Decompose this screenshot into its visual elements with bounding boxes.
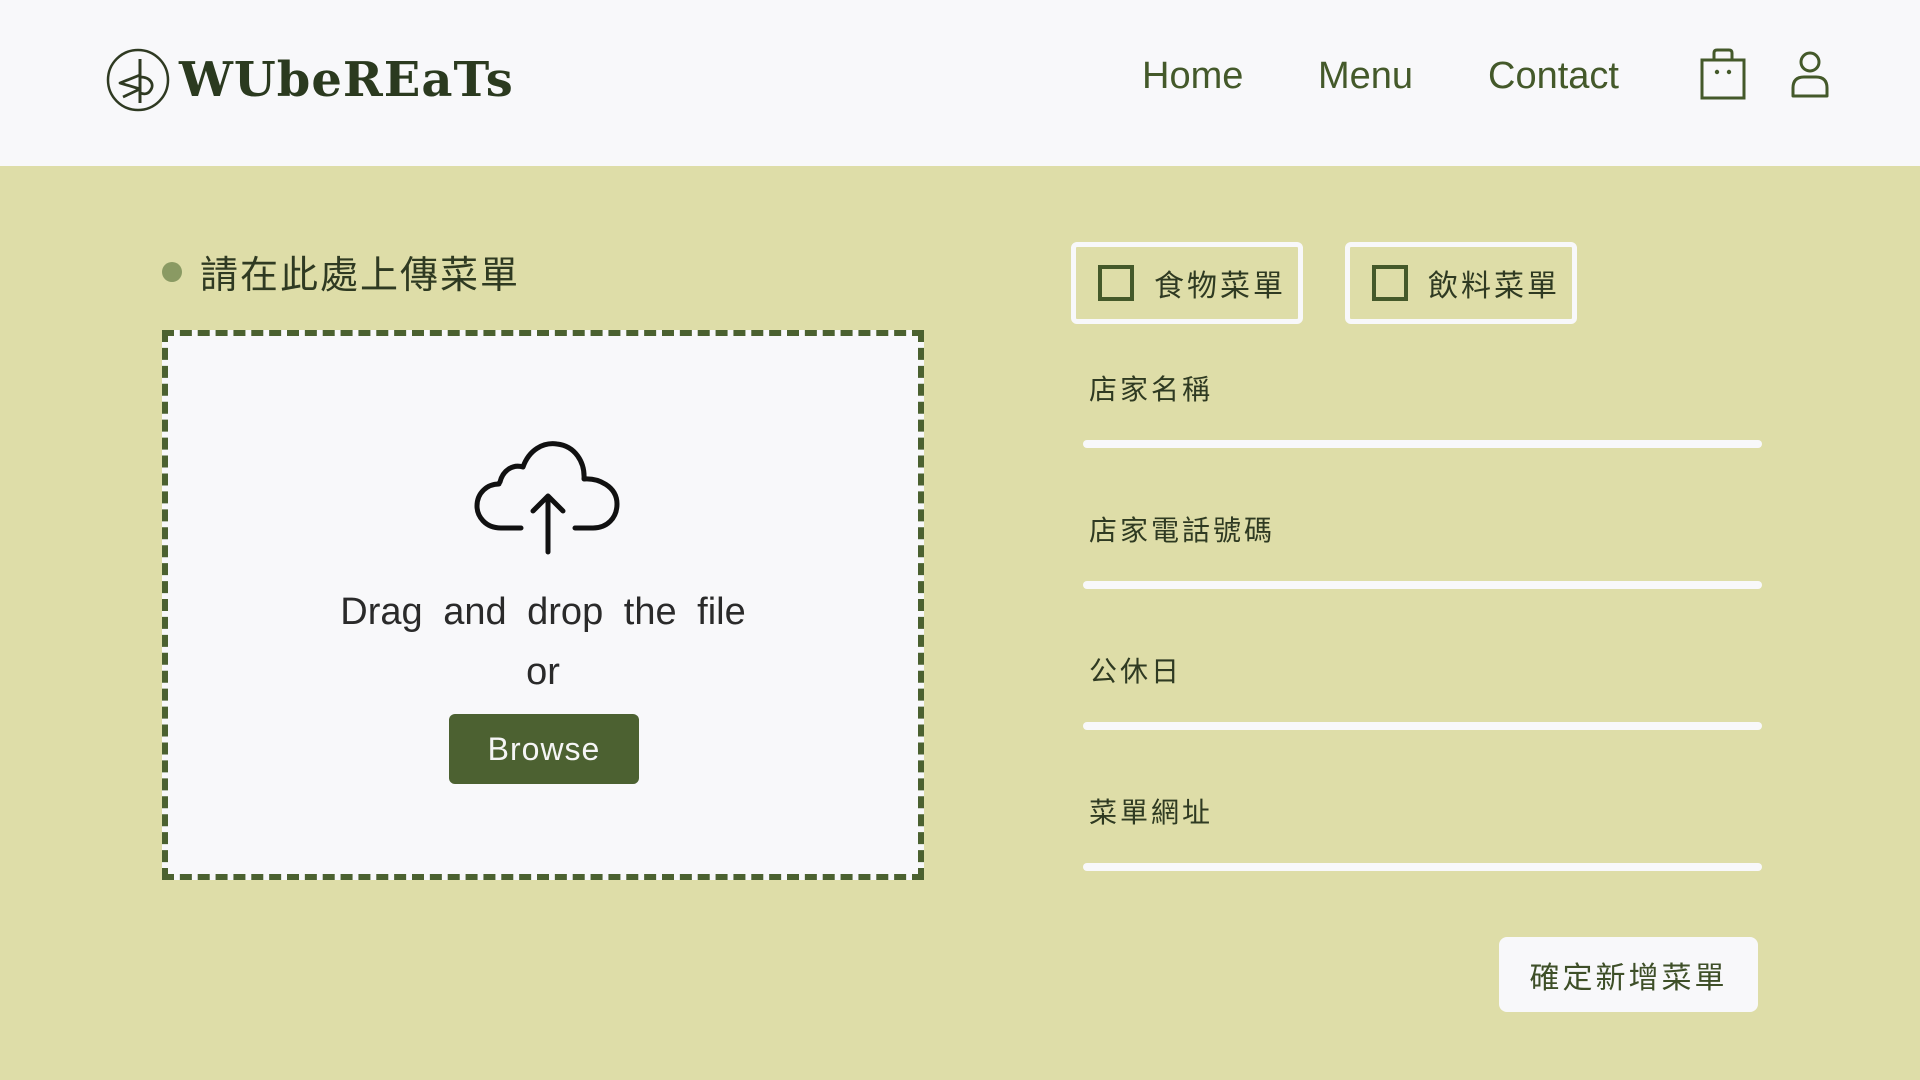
day-off-input[interactable] (1083, 722, 1762, 730)
browse-button[interactable]: Browse (449, 714, 639, 784)
drink-menu-label: 飲料菜單 (1428, 269, 1560, 304)
food-menu-label: 食物菜單 (1154, 269, 1286, 304)
nav-contact-link[interactable]: Contact (1488, 55, 1619, 98)
menu-url-input[interactable] (1083, 863, 1762, 871)
day-off-field: 公休日 (1083, 650, 1762, 730)
menu-url-field: 菜單網址 (1083, 791, 1762, 871)
logo-emblem-icon (106, 48, 170, 112)
nav-menu-link[interactable]: Menu (1318, 55, 1413, 98)
or-separator-text: or (526, 651, 560, 693)
drink-menu-checkbox[interactable] (1372, 265, 1408, 301)
food-menu-checkbox-tile[interactable]: 食物菜單 (1071, 242, 1303, 324)
upload-section-title: 請在此處上傳菜單 (162, 244, 520, 299)
store-name-field: 店家名稱 (1083, 368, 1762, 448)
cloud-upload-icon (474, 441, 620, 555)
logo[interactable]: WUbeREaTs (105, 47, 514, 113)
confirm-add-menu-button[interactable]: 確定新增菜單 (1499, 937, 1758, 1012)
bullet-dot-icon (162, 261, 182, 282)
drag-drop-instruction: Drag and drop the file (340, 591, 746, 633)
user-icon[interactable] (1790, 50, 1830, 98)
store-phone-field: 店家電話號碼 (1083, 509, 1762, 589)
drink-menu-checkbox-tile[interactable]: 飲料菜單 (1345, 242, 1577, 324)
nav-home-link[interactable]: Home (1142, 55, 1243, 98)
file-dropzone[interactable]: Drag and drop the file or Browse (162, 330, 924, 880)
store-name-label: 店家名稱 (1089, 373, 1214, 406)
food-menu-checkbox[interactable] (1098, 265, 1134, 301)
store-name-input[interactable] (1083, 440, 1762, 448)
store-phone-input[interactable] (1083, 581, 1762, 589)
day-off-label: 公休日 (1089, 655, 1183, 688)
top-navbar: WUbeREaTs Home Menu Contact (0, 0, 1920, 166)
logo-text: WUbeREaTs (179, 52, 514, 108)
upload-title-text: 請在此處上傳菜單 (200, 253, 521, 297)
shopping-bag-icon[interactable] (1700, 48, 1746, 100)
menu-url-label: 菜單網址 (1089, 796, 1214, 829)
store-phone-label: 店家電話號碼 (1089, 514, 1276, 547)
